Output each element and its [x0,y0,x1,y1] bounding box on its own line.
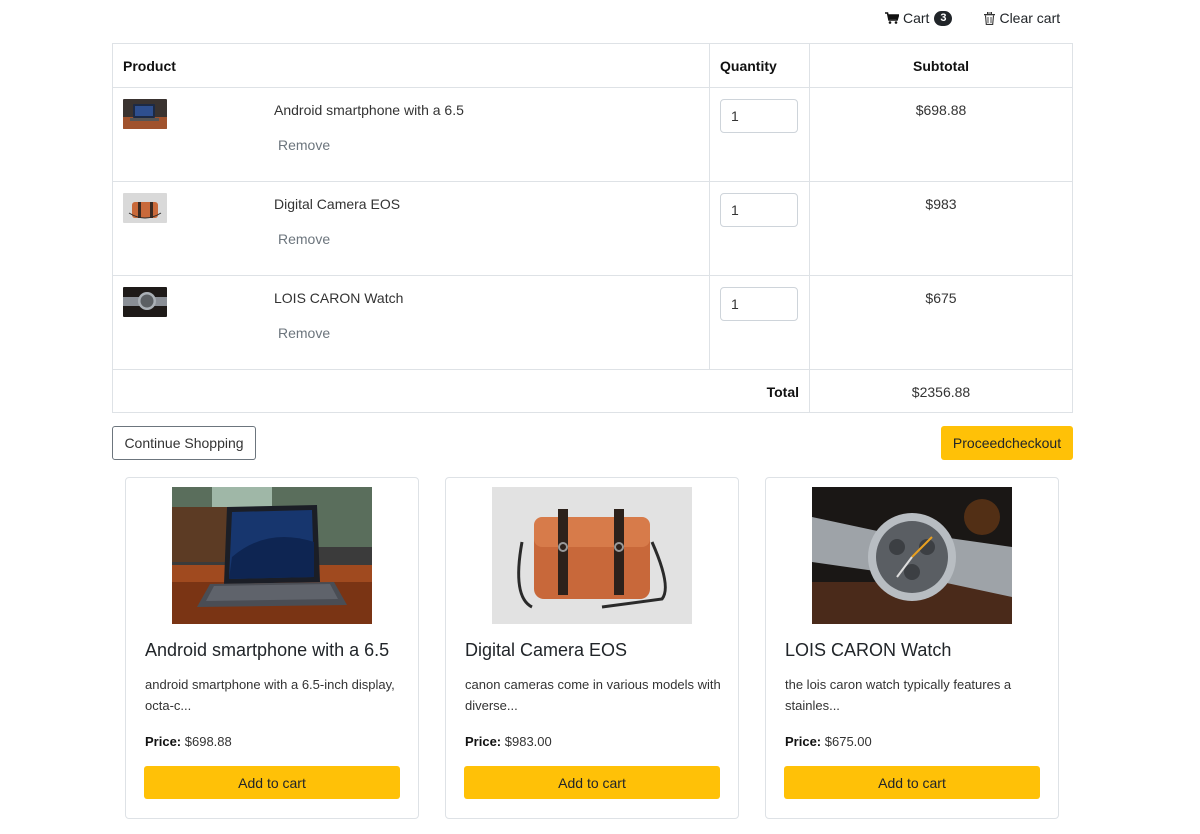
trash-icon [984,11,996,25]
wristwatch-photo [812,487,1012,624]
product-thumbnail [123,99,167,129]
header-product: Product [112,43,710,88]
total-label: Total [112,369,810,413]
header-subtotal: Subtotal [809,43,1073,88]
product-description: canon cameras come in various models wit… [465,677,721,713]
total-row: Total $2356.88 [112,369,1073,413]
quantity-input[interactable] [720,287,798,321]
product-price: Price: $698.88 [145,734,232,749]
total-value: $2356.88 [809,369,1073,413]
clear-cart-label: Clear cart [999,10,1061,26]
product-title: Android smartphone with a 6.5 [145,640,390,660]
proceed-checkout-button[interactable]: Proceedcheckout [941,426,1073,460]
price-label: Price: [145,734,182,749]
product-card: LOIS CARON Watch the lois caron watch ty… [765,477,1059,819]
product-title: Digital Camera EOS [465,640,628,660]
product-card: Android smartphone with a 6.5 android sm… [125,477,419,819]
price-label: Price: [465,734,502,749]
product-image [812,487,1012,624]
cart-table: Product Quantity Subtotal Android smartp… [112,43,1073,413]
cart-row: Android smartphone with a 6.5 Remove $69… [112,87,1073,182]
quantity-input[interactable] [720,99,798,133]
cart-subtotal: $698.88 [809,87,1073,182]
cart-label: Cart [903,10,930,26]
product-thumbnail [123,193,167,223]
cart-link[interactable]: Cart 3 [885,10,953,26]
product-card: Digital Camera EOS canon cameras come in… [445,477,739,819]
remove-button[interactable]: Remove [278,231,330,247]
cart-subtotal: $675 [809,275,1073,370]
leather-bag-photo [123,193,167,223]
remove-button[interactable]: Remove [278,137,330,153]
laptop-photo [172,487,372,624]
price-label: Price: [785,734,822,749]
product-description: android smartphone with a 6.5-inch displ… [145,677,395,713]
add-to-cart-button[interactable]: Add to cart [784,766,1040,799]
product-image [172,487,372,624]
product-title: LOIS CARON Watch [785,640,952,660]
price-value: $675.00 [824,734,872,749]
quantity-input[interactable] [720,193,798,227]
wristwatch-photo [123,287,167,317]
cart-product-name: LOIS CARON Watch [274,290,404,306]
header-quantity: Quantity [709,43,810,88]
cart-product-name: Android smartphone with a 6.5 [274,102,464,118]
product-description: the lois caron watch typically features … [785,677,1012,713]
price-value: $698.88 [184,734,232,749]
shopping-cart-icon [885,12,899,24]
product-price: Price: $675.00 [785,734,872,749]
top-nav: Cart 3 Clear cart [885,9,1060,27]
cart-subtotal: $983 [809,181,1073,276]
continue-shopping-button[interactable]: Continue Shopping [112,426,256,460]
leather-bag-photo [492,487,692,624]
cart-count-badge: 3 [934,10,953,26]
laptop-photo [123,99,167,129]
cart-header-row: Product Quantity Subtotal [112,43,1073,88]
cart-row: LOIS CARON Watch Remove $675 [112,275,1073,370]
cart-row: Digital Camera EOS Remove $983 [112,181,1073,276]
remove-button[interactable]: Remove [278,325,330,341]
cart-product-name: Digital Camera EOS [274,196,401,212]
add-to-cart-button[interactable]: Add to cart [464,766,720,799]
price-value: $983.00 [504,734,552,749]
product-thumbnail [123,287,167,317]
clear-cart-link[interactable]: Clear cart [984,10,1060,26]
product-image [492,487,692,624]
add-to-cart-button[interactable]: Add to cart [144,766,400,799]
product-price: Price: $983.00 [465,734,552,749]
